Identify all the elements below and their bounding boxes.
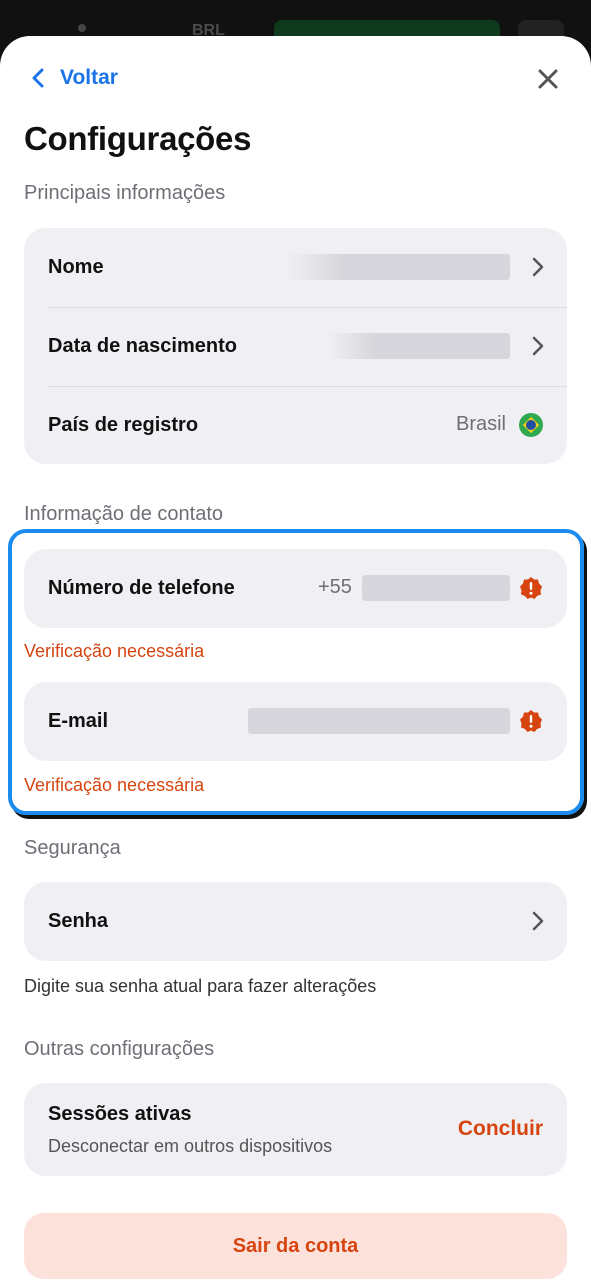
section-label-security: Segurança xyxy=(24,837,121,859)
row-password[interactable]: Senha xyxy=(24,882,567,961)
row-name[interactable]: Nome xyxy=(24,228,567,307)
country-value: Brasil xyxy=(455,413,506,435)
background-dot xyxy=(78,24,86,32)
section-label-other: Outras configurações xyxy=(24,1038,215,1060)
row-label: País de registro xyxy=(48,414,199,436)
sessions-title: Sessões ativas xyxy=(48,1103,192,1125)
main-info-card: Nome Data de nascimento País de registro… xyxy=(24,228,567,464)
password-card[interactable]: Senha xyxy=(24,882,567,961)
row-country: País de registro Brasil xyxy=(24,386,567,465)
chevron-left-icon xyxy=(32,68,44,88)
sessions-subtitle: Desconectar em outros dispositivos xyxy=(48,1136,333,1156)
hidden-value xyxy=(328,333,510,359)
settings-sheet: Voltar Configurações Principais informaç… xyxy=(0,36,591,1280)
contact-highlight-frame xyxy=(8,529,584,815)
close-icon[interactable] xyxy=(535,66,561,92)
chevron-right-icon xyxy=(532,257,544,277)
end-sessions-button[interactable]: Concluir xyxy=(458,1117,543,1141)
chevron-right-icon xyxy=(532,336,544,356)
row-label: Data de nascimento xyxy=(48,335,237,357)
row-label: Nome xyxy=(48,256,104,278)
hidden-value xyxy=(286,254,510,280)
section-label-main: Principais informações xyxy=(24,182,226,204)
back-button[interactable]: Voltar xyxy=(32,66,118,90)
section-label-contact: Informação de contato xyxy=(24,503,224,525)
back-label: Voltar xyxy=(60,66,118,89)
logout-button[interactable]: Sair da conta xyxy=(24,1213,567,1279)
brazil-flag-icon xyxy=(519,413,543,437)
password-helper-text: Digite sua senha atual para fazer altera… xyxy=(24,976,377,996)
chevron-right-icon xyxy=(532,911,544,931)
page-title: Configurações xyxy=(24,120,252,157)
row-label: Senha xyxy=(48,910,109,932)
row-birthdate[interactable]: Data de nascimento xyxy=(24,307,567,386)
sessions-card: Sessões ativas Desconectar em outros dis… xyxy=(24,1083,567,1176)
